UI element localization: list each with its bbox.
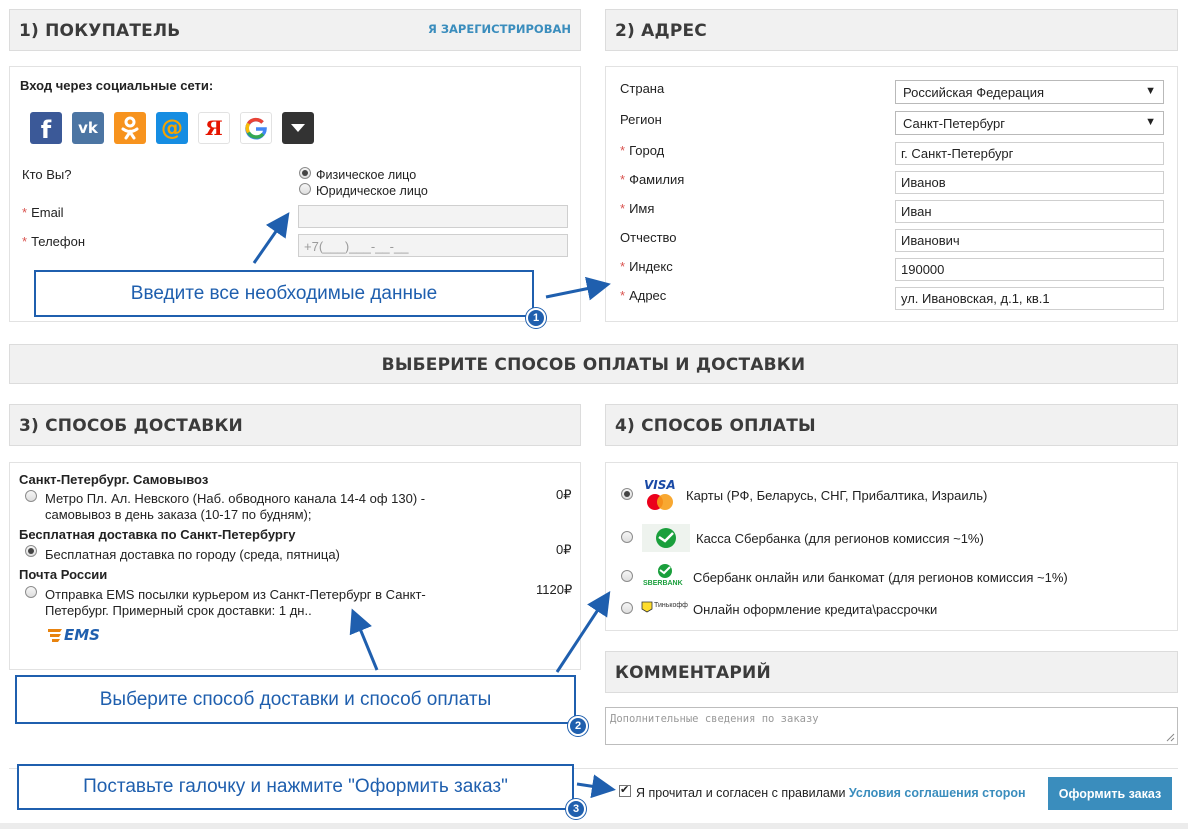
delivery-option-text: Метро Пл. Ал. Невского (Наб. обводного к… <box>45 491 426 506</box>
payment-radio-sber-online[interactable] <box>621 570 633 582</box>
city-label: * Город <box>620 143 665 158</box>
resize-handle-icon[interactable] <box>1165 732 1175 742</box>
agreement-link[interactable]: Условия соглашения сторон <box>849 786 1026 800</box>
delivery-price: 0₽ <box>556 542 572 557</box>
person-label-individual: Физическое лицо <box>316 168 417 182</box>
ems-logo: EMS <box>48 626 110 644</box>
comment-section-header: КОММЕНТАРИЙ <box>605 651 1178 693</box>
country-label: Страна <box>620 81 665 96</box>
patronymic-label: Отчество <box>620 230 677 245</box>
sberbank-icon <box>642 524 690 552</box>
delivery-radio-post[interactable] <box>25 586 37 598</box>
payment-section-title: 4) СПОСОБ ОПЛАТЫ <box>615 416 816 436</box>
person-label-company: Юридическое лицо <box>316 184 428 198</box>
city-field[interactable]: г. Санкт-Петербург <box>895 142 1164 165</box>
delivery-option-text: самовывоз в день заказа (10-17 по будням… <box>45 507 312 522</box>
zip-label: * Индекс <box>620 259 673 274</box>
google-icon[interactable] <box>240 112 272 144</box>
registered-link[interactable]: Я ЗАРЕГИСТРИРОВАН <box>428 22 571 36</box>
checkout-page: 1) ПОКУПАТЕЛЬ Я ЗАРЕГИСТРИРОВАН Вход чер… <box>0 0 1188 829</box>
payment-delivery-banner: ВЫБЕРИТЕ СПОСОБ ОПЛАТЫ И ДОСТАВКИ <box>9 344 1178 384</box>
comment-placeholder: Дополнительные сведения по заказу <box>610 713 819 725</box>
social-login-label: Вход через социальные сети: <box>20 78 214 93</box>
delivery-section-title: 3) СПОСОБ ДОСТАВКИ <box>19 416 243 436</box>
street-field[interactable]: ул. Ивановская, д.1, кв.1 <box>895 287 1164 310</box>
payment-label-sber-online: Сбербанк онлайн или банкомат (для регион… <box>693 570 1068 585</box>
phone-label: * Телефон <box>22 234 85 249</box>
email-field[interactable] <box>298 205 568 228</box>
lastname-label: * Фамилия <box>620 172 685 187</box>
tinkoff-icon: Тинькофф <box>641 599 688 615</box>
address-section-title: 2) АДРЕС <box>615 21 707 41</box>
callout-check-and-submit: Поставьте галочку и нажмите "Оформить за… <box>17 764 574 810</box>
odnoklassniki-icon[interactable] <box>114 112 146 144</box>
delivery-radio-pickup[interactable] <box>25 490 37 502</box>
banner-title: ВЫБЕРИТЕ СПОСОБ ОПЛАТЫ И ДОСТАВКИ <box>381 355 806 375</box>
payment-label-cards: Карты (РФ, Беларусь, СНГ, Прибалтика, Из… <box>686 488 988 503</box>
email-label: * Email <box>22 205 64 220</box>
yandex-icon[interactable]: Я <box>198 112 230 144</box>
who-label: Кто Вы? <box>22 167 72 182</box>
delivery-price: 1120₽ <box>536 582 573 597</box>
vk-icon[interactable]: vk <box>72 112 104 144</box>
country-select[interactable]: Российская Федерация ▼ <box>895 80 1164 104</box>
payment-label-credit: Онлайн оформление кредита\рассрочки <box>693 602 938 617</box>
delivery-radio-free[interactable] <box>25 545 37 557</box>
delivery-group-heading: Санкт-Петербург. Самовывоз <box>19 472 209 487</box>
address-section-header: 2) АДРЕС <box>605 9 1178 51</box>
callout-choose-delivery-payment: Выберите способ доставки и способ оплаты <box>15 675 576 724</box>
street-label: * Адрес <box>620 288 667 303</box>
comment-section-title: КОММЕНТАРИЙ <box>615 663 771 683</box>
firstname-label: * Имя <box>620 201 655 216</box>
sberbank-text: SBERBANK <box>643 580 683 587</box>
buyer-section-header: 1) ПОКУПАТЕЛЬ Я ЗАРЕГИСТРИРОВАН <box>9 9 581 51</box>
delivery-option-text: Петербург. Примерный срок доставки: 1 дн… <box>45 603 312 618</box>
callout-enter-data: Введите все необходимые данные <box>34 270 534 317</box>
sberbank-online-icon: SBERBANK <box>643 563 687 591</box>
delivery-option-text: Отправка EMS посылки курьером из Санкт-П… <box>45 587 426 602</box>
comment-textarea[interactable]: Дополнительные сведения по заказу <box>605 707 1178 745</box>
agreement-checkbox[interactable] <box>619 783 631 797</box>
chevron-down-icon: ▼ <box>1145 116 1156 128</box>
person-radio-individual[interactable] <box>299 167 311 179</box>
address-panel <box>605 66 1178 322</box>
firstname-field[interactable]: Иван <box>895 200 1164 223</box>
ems-logo-text: EMS <box>64 626 100 644</box>
delivery-group-heading: Почта России <box>19 567 108 582</box>
buyer-section-title: 1) ПОКУПАТЕЛЬ <box>19 21 181 41</box>
facebook-icon[interactable]: f <box>30 112 62 144</box>
zip-field[interactable]: 190000 <box>895 258 1164 281</box>
submit-order-button[interactable]: Оформить заказ <box>1048 777 1172 810</box>
person-radio-company[interactable] <box>299 183 311 195</box>
region-label: Регион <box>620 112 662 127</box>
delivery-group-heading: Бесплатная доставка по Санкт-Петербургу <box>19 527 296 542</box>
step-badge-3: 3 <box>566 799 586 819</box>
lastname-field[interactable]: Иванов <box>895 171 1164 194</box>
more-dropdown-icon[interactable] <box>282 112 314 144</box>
payment-radio-credit[interactable] <box>621 602 633 614</box>
payment-label-sber-cash: Касса Сбербанка (для регионов комиссия ~… <box>696 531 984 546</box>
agreement-text: Я прочитал и согласен с правилами Услови… <box>636 786 1026 800</box>
payment-radio-sber-cash[interactable] <box>621 531 633 543</box>
delivery-price: 0₽ <box>556 487 572 502</box>
region-select[interactable]: Санкт-Петербург ▼ <box>895 111 1164 135</box>
tinkoff-text: Тинькофф <box>654 602 688 609</box>
visa-mastercard-icon: VISA <box>641 477 681 513</box>
delivery-option-text: Бесплатная доставка по городу (среда, пя… <box>45 547 340 562</box>
patronymic-field[interactable]: Иванович <box>895 229 1164 252</box>
delivery-section-header: 3) СПОСОБ ДОСТАВКИ <box>9 404 581 446</box>
mail-ru-icon[interactable]: @ <box>156 112 188 144</box>
payment-section-header: 4) СПОСОБ ОПЛАТЫ <box>605 404 1178 446</box>
step-badge-1: 1 <box>526 308 546 328</box>
phone-field[interactable]: +7(___)___-__-__ <box>298 234 568 257</box>
visa-text: VISA <box>644 478 676 492</box>
page-bottom-strip <box>0 823 1188 829</box>
chevron-down-icon: ▼ <box>1145 85 1156 97</box>
step-badge-2: 2 <box>568 716 588 736</box>
payment-radio-cards[interactable] <box>621 488 633 500</box>
